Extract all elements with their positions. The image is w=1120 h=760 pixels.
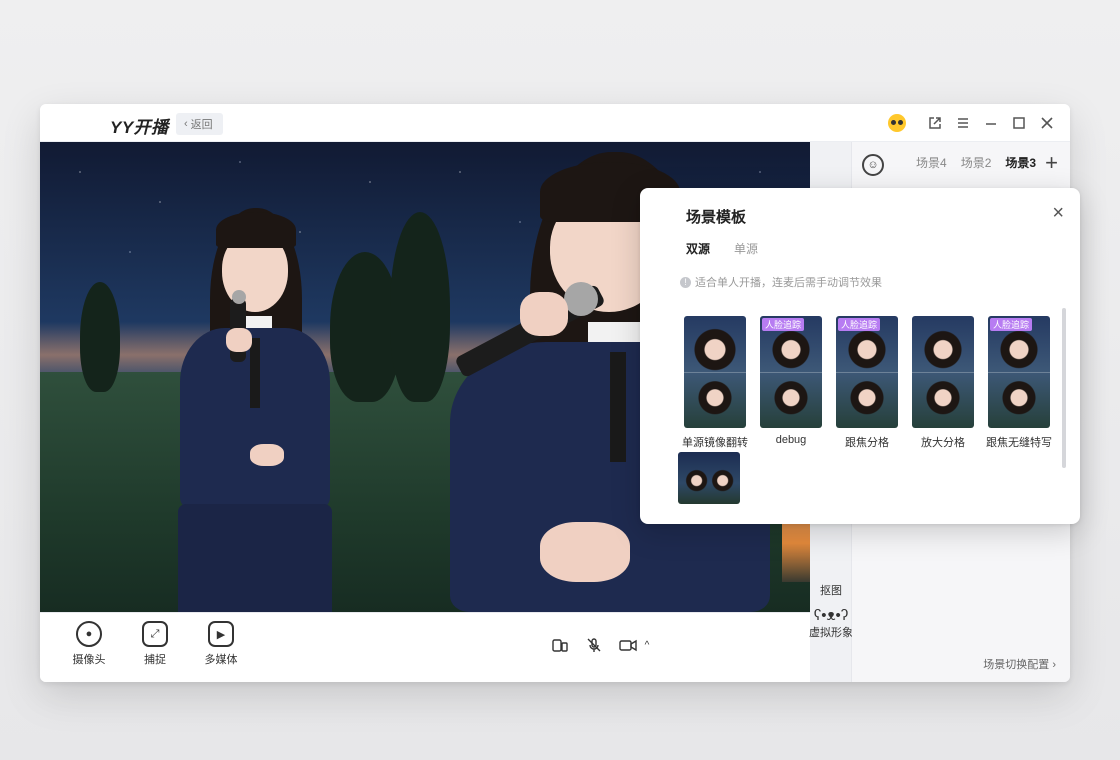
face-tracking-badge: 人脸追踪 bbox=[990, 318, 1033, 331]
avatar-label: 虚拟形象 bbox=[809, 627, 853, 639]
template-name: debug bbox=[775, 434, 807, 446]
template-name: 跟焦无缝特写 bbox=[986, 437, 1052, 449]
popup-title: 场景模板 bbox=[686, 209, 747, 226]
scene-template-icon[interactable]: ☺ bbox=[862, 154, 884, 176]
template-name: 单源镜像翻转 bbox=[682, 437, 748, 449]
app-title: YY开播 bbox=[110, 118, 169, 137]
template-name: 放大分格 bbox=[921, 437, 965, 449]
media-controls: ^ bbox=[550, 635, 652, 655]
template-focus-split[interactable]: 人脸追踪 跟焦分格 bbox=[834, 316, 900, 450]
capture-label: 捕捉 bbox=[144, 654, 166, 666]
template-debug[interactable]: 人脸追踪 debug bbox=[758, 316, 824, 446]
minimize-icon[interactable] bbox=[982, 114, 1000, 132]
face-tracking-badge: 人脸追踪 bbox=[762, 318, 805, 331]
tab-dual-source[interactable]: 双源 bbox=[686, 240, 710, 257]
capture-tool[interactable]: ⤢ 捕捉 bbox=[130, 621, 180, 667]
external-link-icon[interactable] bbox=[926, 114, 944, 132]
template-side-by-side[interactable] bbox=[676, 452, 742, 504]
capture-icon: ⤢ bbox=[142, 621, 168, 647]
mascot-icon[interactable] bbox=[888, 114, 906, 132]
tab-scene-3[interactable]: 场景3 bbox=[1005, 154, 1036, 171]
popup-hint: ! 适合单人开播，连麦后需手动调节效果 bbox=[680, 274, 882, 290]
popup-tabs: 双源 单源 bbox=[686, 240, 758, 257]
template-mirror-flip[interactable]: 单源镜像翻转 bbox=[682, 316, 748, 450]
maximize-icon[interactable] bbox=[1010, 114, 1028, 132]
tree bbox=[80, 282, 120, 392]
close-icon[interactable] bbox=[1038, 114, 1056, 132]
back-label: 返回 bbox=[190, 119, 213, 131]
scene-switch-config-link[interactable]: 场景切换配置 › bbox=[983, 656, 1056, 672]
scene-tabs: 场景4 场景2 场景3 bbox=[916, 154, 1036, 171]
template-thumbnail: 人脸追踪 bbox=[836, 316, 898, 428]
info-icon: ! bbox=[680, 276, 691, 288]
tab-single-source[interactable]: 单源 bbox=[734, 240, 758, 257]
camera-tool[interactable]: ● 摄像头 bbox=[64, 621, 114, 667]
bottom-toolbar: ● 摄像头 ⤢ 捕捉 ▶ 多媒体 ^ bbox=[40, 612, 810, 682]
hint-text: 适合单人开播，连麦后需手动调节效果 bbox=[695, 277, 882, 289]
template-zoom-split[interactable]: 放大分格 bbox=[910, 316, 976, 450]
video-icon[interactable] bbox=[618, 635, 638, 655]
popup-scrollbar[interactable] bbox=[1062, 308, 1066, 468]
scene-template-popup: 场景模板 × 双源 单源 ! 适合单人开播，连麦后需手动调节效果 单源镜像翻转 … bbox=[640, 188, 1080, 524]
title-bar: YY开播 ‹ 返回 bbox=[40, 104, 1070, 142]
tab-scene-2[interactable]: 场景2 bbox=[961, 154, 992, 171]
singer-left bbox=[160, 208, 350, 612]
window-controls bbox=[888, 114, 1056, 132]
template-thumbnail bbox=[678, 452, 740, 504]
template-thumbnail bbox=[912, 316, 974, 428]
face-tracking-badge: 人脸追踪 bbox=[838, 318, 881, 331]
template-name: 跟焦分格 bbox=[845, 437, 889, 449]
media-label: 多媒体 bbox=[204, 654, 238, 666]
menu-icon[interactable] bbox=[954, 114, 972, 132]
mic-off-icon[interactable] bbox=[584, 635, 604, 655]
camera-icon: ● bbox=[76, 621, 102, 647]
play-icon: ▶ bbox=[208, 621, 234, 647]
template-thumbnail: 人脸追踪 bbox=[760, 316, 822, 428]
template-thumbnail: 人脸追踪 bbox=[988, 316, 1050, 428]
add-scene-button[interactable]: + bbox=[1045, 150, 1058, 176]
back-button[interactable]: ‹ 返回 bbox=[176, 113, 223, 135]
close-popup-button[interactable]: × bbox=[1052, 202, 1064, 225]
template-thumbnail bbox=[684, 316, 746, 428]
caret-up-icon[interactable]: ^ bbox=[642, 635, 652, 655]
camera-label: 摄像头 bbox=[72, 654, 106, 666]
template-seamless-closeup[interactable]: 人脸追踪 跟焦无缝特写 bbox=[986, 316, 1052, 450]
media-tool[interactable]: ▶ 多媒体 bbox=[196, 621, 246, 667]
cutout-label: 抠图 bbox=[820, 585, 842, 597]
tab-scene-4[interactable]: 场景4 bbox=[916, 154, 947, 171]
devices-icon[interactable] bbox=[550, 635, 570, 655]
chevron-left-icon: ‹ bbox=[184, 118, 188, 130]
